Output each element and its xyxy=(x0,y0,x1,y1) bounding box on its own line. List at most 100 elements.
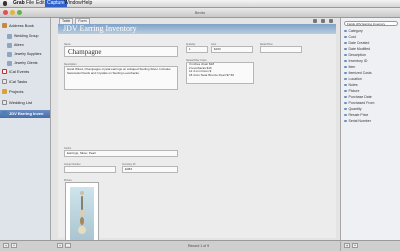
menu-help[interactable]: Help xyxy=(82,0,92,7)
quantity-field[interactable]: 1 xyxy=(186,46,208,53)
plus-icon[interactable]: + xyxy=(344,243,350,248)
field-list-label: Serial Number xyxy=(348,119,371,123)
sidebar-item-projects[interactable]: Projects xyxy=(2,88,23,96)
gear-icon[interactable]: * xyxy=(352,243,358,248)
plus-icon[interactable]: + xyxy=(57,243,63,248)
minimize-icon[interactable] xyxy=(10,10,15,15)
sidebar-item-jewelry-suppliers[interactable]: Jewelry Suppliers xyxy=(7,50,41,58)
sidebar-item-ical-events[interactable]: iCal Events xyxy=(2,68,29,76)
window-titlebar: Bento xyxy=(0,8,400,18)
field-list-label: Picture xyxy=(348,89,360,93)
field-list-item[interactable]: Picture xyxy=(344,89,359,93)
apple-icon[interactable] xyxy=(3,1,7,6)
field-list-item[interactable]: Description xyxy=(344,53,366,57)
earring-hook xyxy=(80,191,84,195)
crystal-bead xyxy=(80,217,84,225)
field-type-icon xyxy=(344,71,347,75)
field-list-label: Date Modified xyxy=(348,47,371,51)
field-list-label: Itemized Costs xyxy=(348,71,372,75)
menu-window[interactable]: Window xyxy=(64,0,82,7)
sidebar-item-aileen[interactable]: Aileen xyxy=(7,41,24,49)
sidebar-item-wedding-group[interactable]: Wedding Group xyxy=(7,32,38,40)
fields-panel-footer: + * xyxy=(340,240,400,251)
field-list-item[interactable]: Itemized Costs xyxy=(344,71,372,75)
zoom-icon[interactable] xyxy=(17,10,22,15)
menu-file[interactable]: File xyxy=(26,0,34,7)
sidebar-item-label: Aileen xyxy=(14,43,24,47)
book-icon xyxy=(2,23,7,29)
field-list-label: Inventory ID xyxy=(348,59,368,63)
field-list-item[interactable]: Date Modified xyxy=(344,47,370,51)
list-icon xyxy=(2,100,7,106)
field-list-label: Quantity xyxy=(348,107,362,111)
page-title: JDV Earring Inventory xyxy=(63,24,137,33)
field-type-icon xyxy=(344,119,347,123)
menu-bar: Grab File Edit Capture Window Help xyxy=(0,0,400,8)
gear-icon[interactable] xyxy=(313,19,317,23)
field-type-icon xyxy=(344,53,347,57)
filter-icon[interactable] xyxy=(321,19,325,23)
notes-field[interactable]: 3 inches chain $18 2 leverbacks $16 12 4… xyxy=(186,62,254,84)
menu-app-name[interactable]: Grab xyxy=(13,0,25,7)
field-type-icon xyxy=(344,35,347,39)
picture-field[interactable] xyxy=(65,182,99,246)
field-list-item[interactable]: Date Created xyxy=(344,41,369,45)
field-type-icon xyxy=(344,59,347,63)
sidebar-item-label: Wedding List xyxy=(9,100,33,105)
group-icon xyxy=(7,51,12,57)
field-list-label: Item xyxy=(348,65,356,69)
field-type-icon xyxy=(344,83,347,87)
search-input[interactable]: Fields JDV Earring Inventory xyxy=(344,21,398,26)
field-list-label: Resale Price xyxy=(348,113,369,117)
notes-line: 18 4mm Swar Bronze Pearl $7.50 xyxy=(189,73,235,78)
grid-icon xyxy=(2,111,7,117)
colors-field[interactable]: Earrings, Silver, Pearl xyxy=(64,150,178,157)
sidebar-item-label: Wedding Group xyxy=(14,34,39,38)
sidebar-item-ical-tasks[interactable]: iCal Tasks xyxy=(2,78,27,86)
main-content: Table Form JDV Earring Inventory Name Cha… xyxy=(51,18,340,246)
sidebar-item-address-book[interactable]: Address Book xyxy=(2,22,34,30)
sidebar-item-label: Address Book xyxy=(9,23,34,28)
pearl-bead xyxy=(78,226,86,234)
field-list-item[interactable]: Item xyxy=(344,65,355,69)
close-icon[interactable] xyxy=(329,19,333,23)
pearl-bead xyxy=(79,210,85,216)
field-list-item[interactable]: Serial Number xyxy=(344,119,371,123)
name-field[interactable]: Champagne xyxy=(64,46,178,57)
field-list-item[interactable]: Inventory ID xyxy=(344,59,367,63)
field-list-label: Notes xyxy=(348,83,358,87)
close-icon[interactable] xyxy=(3,10,8,15)
field-list-item[interactable]: Notes xyxy=(344,83,358,87)
field-list-label: Date Created xyxy=(348,41,370,45)
description-field[interactable]: Hand Wired, Champagne crystal earrings o… xyxy=(64,66,178,90)
sidebar-item-wedding-list[interactable]: Wedding List xyxy=(2,99,32,107)
field-type-icon xyxy=(344,47,347,51)
group-icon xyxy=(7,60,12,66)
status-bar: + * + - Record 1 of 9 xyxy=(0,240,340,251)
group-number-field[interactable] xyxy=(64,166,116,173)
field-type-icon xyxy=(344,101,347,105)
gear-icon[interactable]: * xyxy=(11,243,17,248)
field-type-icon xyxy=(344,89,347,93)
plus-icon[interactable]: + xyxy=(3,243,9,248)
field-type-icon xyxy=(344,77,347,81)
sidebar-item-jdv-earring-inventory[interactable]: JDV Earring Inven xyxy=(0,110,50,118)
earring-chain xyxy=(81,196,83,210)
library-sidebar: Address Book Wedding Group Aileen Jewelr… xyxy=(0,18,51,240)
field-list-item[interactable]: Resale Price xyxy=(344,113,368,117)
field-list-item[interactable]: Category xyxy=(344,29,363,33)
minus-icon[interactable]: - xyxy=(65,243,71,248)
menu-edit[interactable]: Edit xyxy=(36,0,45,7)
field-type-icon xyxy=(344,29,347,33)
field-list-item[interactable]: Location xyxy=(344,77,362,81)
field-list-label: Cost xyxy=(348,35,356,39)
field-list-item[interactable]: Cost xyxy=(344,35,356,39)
field-list-item[interactable]: Purchased From xyxy=(344,101,374,105)
fields-panel: Fields JDV Earring Inventory Category Cos… xyxy=(340,18,400,240)
inventory-id-field[interactable]: E083 xyxy=(122,166,178,173)
cost-field[interactable]: $150 xyxy=(211,46,253,53)
field-list-item[interactable]: Purchase Date xyxy=(344,95,372,99)
retail-price-field[interactable] xyxy=(260,46,302,53)
sidebar-item-jewelry-clients[interactable]: Jewelry Clients xyxy=(7,59,38,67)
field-list-item[interactable]: Quantity xyxy=(344,107,362,111)
